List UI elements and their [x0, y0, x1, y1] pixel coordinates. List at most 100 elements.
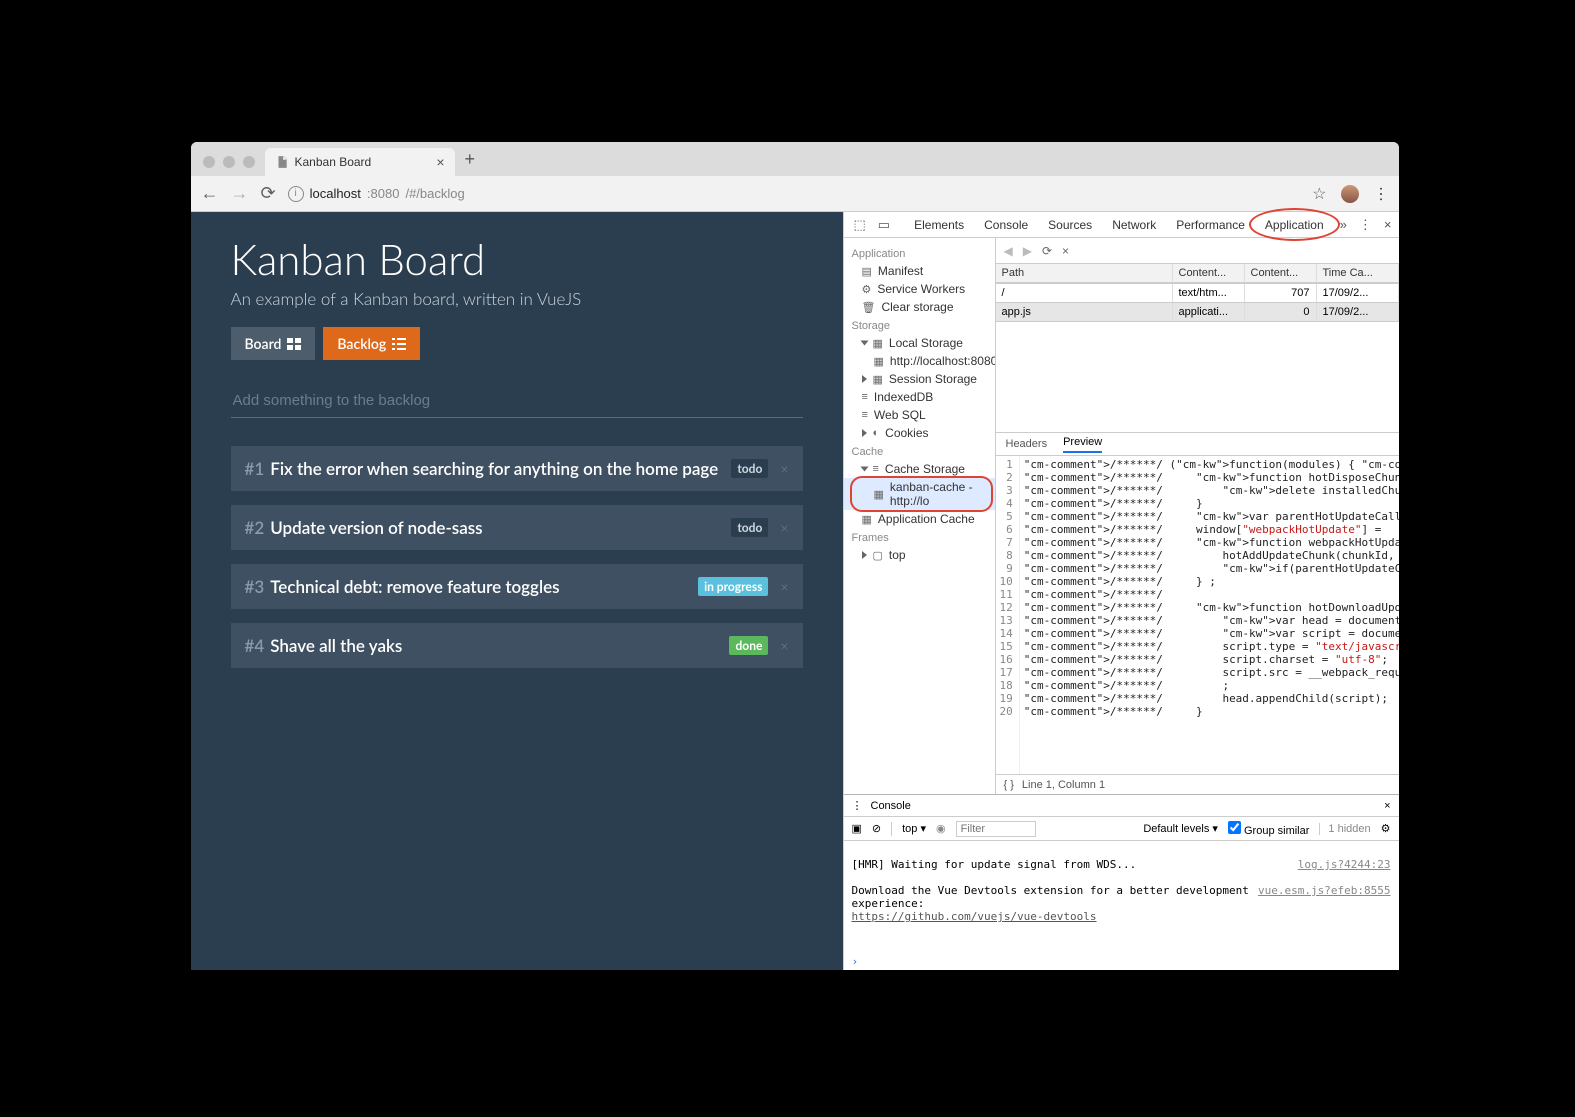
board-button-label: Board [245, 335, 282, 352]
code-preview[interactable]: 1234567891011121314151617181920 "cm-comm… [996, 456, 1399, 774]
devtools: ⬚ ▭ ElementsConsoleSourcesNetworkPerform… [843, 212, 1399, 970]
cell-ctype: applicati... [1173, 303, 1245, 321]
console-filter[interactable] [956, 821, 1036, 837]
sb-top-frame[interactable]: ▢top [844, 546, 995, 564]
backlog-item[interactable]: #2 Update version of node-sasstodo× [231, 505, 803, 550]
clear-console-icon[interactable]: ⊘ [872, 822, 881, 835]
sb-clear-storage[interactable]: 🗑Clear storage [844, 298, 995, 316]
sidebar-toggle-icon[interactable]: ▣ [852, 822, 862, 835]
close-dot[interactable] [203, 156, 215, 168]
remove-item-icon[interactable]: × [780, 519, 788, 536]
remove-item-icon[interactable]: × [780, 460, 788, 477]
tab-close-icon[interactable]: × [436, 154, 444, 170]
log-source-link[interactable]: log.js?4244:23 [1298, 858, 1391, 871]
devtools-tab-network[interactable]: Network [1102, 212, 1166, 237]
site-info-icon[interactable]: i [288, 186, 304, 202]
sb-kanban-cache[interactable]: ▦kanban-cache - http://lo [844, 478, 995, 510]
th-time[interactable]: Time Ca... [1317, 264, 1399, 283]
status-badge: in progress [698, 577, 768, 596]
log-line: Download the Vue Devtools extension for … [852, 884, 1256, 910]
refresh-icon[interactable]: ⟳ [1042, 244, 1052, 258]
context-selector[interactable]: top ▾ [902, 822, 926, 835]
th-path[interactable]: Path [996, 264, 1173, 283]
sb-application-cache[interactable]: ▦Application Cache [844, 510, 995, 528]
item-number: #3 [245, 576, 265, 597]
sb-manifest[interactable]: ▤Manifest [844, 262, 995, 280]
group-similar-checkbox[interactable]: Group similar [1228, 821, 1309, 837]
sb-session-storage[interactable]: ▦Session Storage [844, 370, 995, 388]
console-label: Console [871, 800, 911, 812]
expand-icon[interactable] [862, 429, 867, 437]
expand-icon[interactable] [862, 551, 867, 559]
storage-icon: ▦ [874, 355, 884, 368]
devtools-tab-performance[interactable]: Performance [1166, 212, 1255, 237]
browser-tab[interactable]: Kanban Board × [265, 148, 455, 176]
expand-icon[interactable] [862, 375, 867, 383]
manifest-icon: ▤ [862, 265, 872, 278]
backlog-item[interactable]: #1 Fix the error when searching for anyt… [231, 446, 803, 491]
devtools-link[interactable]: https://github.com/vuejs/vue-devtools [852, 910, 1097, 923]
max-dot[interactable] [243, 156, 255, 168]
next-icon[interactable]: ▶ [1023, 244, 1032, 258]
back-button[interactable]: ← [201, 183, 219, 204]
log-levels[interactable]: Default levels ▾ [1143, 822, 1218, 835]
backlog-input[interactable] [231, 386, 803, 418]
drawer-menu-icon[interactable]: ⋮ [852, 799, 863, 812]
delete-icon[interactable]: × [1062, 244, 1069, 258]
hidden-count[interactable]: 1 hidden [1319, 823, 1370, 835]
cache-row[interactable]: app.jsapplicati...017/09/2... [996, 303, 1399, 322]
prev-icon[interactable]: ◀ [1004, 244, 1013, 258]
reload-button[interactable]: ⟳ [261, 183, 276, 204]
braces-icon[interactable]: { } [1004, 779, 1014, 791]
log-source-link[interactable]: vue.esm.js?efeb:8555 [1258, 884, 1390, 897]
backlog-item[interactable]: #3 Technical debt: remove feature toggle… [231, 564, 803, 609]
device-icon[interactable]: ▭ [872, 217, 896, 233]
console-settings-icon[interactable]: ⚙ [1381, 822, 1391, 835]
tab-strip: Kanban Board × + [191, 142, 1399, 176]
backlog-button[interactable]: Backlog [323, 327, 420, 360]
console-prompt[interactable]: › [844, 953, 1399, 970]
remove-item-icon[interactable]: × [780, 578, 788, 595]
sb-local-storage[interactable]: ▦Local Storage [844, 334, 995, 352]
remove-item-icon[interactable]: × [780, 637, 788, 654]
inspect-icon[interactable]: ⬚ [848, 217, 872, 233]
sb-local-storage-origin[interactable]: ▦http://localhost:8080 [844, 352, 995, 370]
cache-row[interactable]: /text/htm...70717/09/2... [996, 284, 1399, 303]
devtools-more-icon[interactable]: » [1334, 217, 1353, 232]
console-close-icon[interactable]: × [1384, 800, 1390, 812]
eye-icon[interactable]: ◉ [936, 822, 946, 835]
expand-icon[interactable] [860, 341, 868, 346]
menu-icon[interactable]: ⋯ [1371, 186, 1391, 202]
sb-cache-storage[interactable]: ≡Cache Storage [844, 460, 995, 478]
sb-websql[interactable]: ≡Web SQL [844, 406, 995, 424]
omnibox[interactable]: i localhost:8080/#/backlog [288, 186, 465, 202]
cell-path: app.js [996, 303, 1173, 321]
devtools-tab-elements[interactable]: Elements [904, 212, 974, 237]
devtools-menu-icon[interactable]: ⋮ [1353, 217, 1378, 233]
new-tab-button[interactable]: + [455, 149, 486, 176]
address-bar: ← → ⟳ i localhost:8080/#/backlog ☆ ⋯ [191, 176, 1399, 212]
preview-tab[interactable]: Preview [1063, 436, 1102, 453]
sb-indexeddb[interactable]: ≡IndexedDB [844, 388, 995, 406]
item-number: #2 [245, 517, 265, 538]
status-badge: todo [731, 459, 768, 478]
headers-tab[interactable]: Headers [1006, 438, 1048, 450]
expand-icon[interactable] [860, 467, 868, 472]
devtools-tab-sources[interactable]: Sources [1038, 212, 1102, 237]
board-button[interactable]: Board [231, 327, 316, 360]
sb-section-storage: Storage [844, 316, 995, 334]
devtools-tab-application[interactable]: Application [1255, 212, 1334, 237]
bookmark-icon[interactable]: ☆ [1312, 184, 1326, 204]
sb-service-workers[interactable]: ⚙Service Workers [844, 280, 995, 298]
th-content-length[interactable]: Content... [1245, 264, 1317, 283]
devtools-tab-console[interactable]: Console [974, 212, 1038, 237]
profile-avatar[interactable] [1341, 185, 1359, 203]
cell-ctype: text/htm... [1173, 284, 1245, 302]
backlog-item[interactable]: #4 Shave all the yaksdone× [231, 623, 803, 668]
cell-clen: 707 [1245, 284, 1317, 302]
th-content-type[interactable]: Content... [1173, 264, 1245, 283]
min-dot[interactable] [223, 156, 235, 168]
devtools-close-icon[interactable]: × [1378, 217, 1398, 232]
sb-cookies[interactable]: ◐Cookies [844, 424, 995, 442]
forward-button[interactable]: → [231, 183, 249, 204]
